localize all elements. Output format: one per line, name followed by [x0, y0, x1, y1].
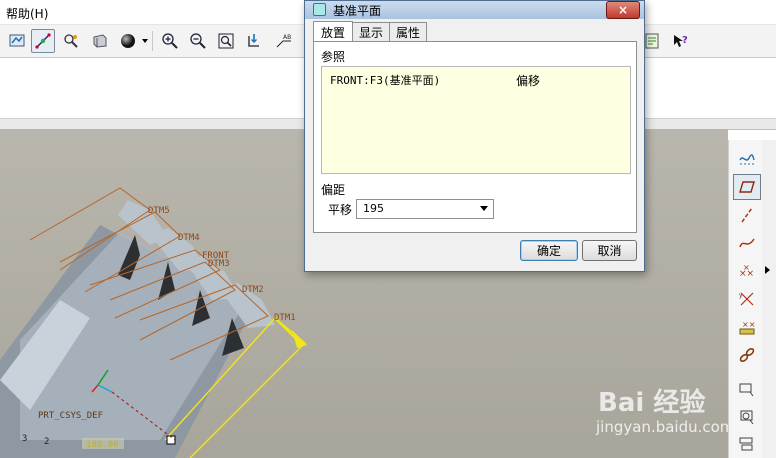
shading-icon[interactable] — [116, 29, 140, 53]
dialog-title: 基准平面 — [333, 4, 382, 18]
sketch-curve-icon[interactable] — [733, 146, 761, 172]
repaint-icon[interactable] — [5, 29, 29, 53]
analysis-icon[interactable]: ×× — [733, 314, 761, 340]
datum-display-icon[interactable]: AB — [272, 29, 296, 53]
small-label-3: 3 — [22, 434, 27, 444]
datum-point-icon[interactable]: ×× × — [733, 258, 761, 284]
datum-label-dtm2: DTM2 — [242, 285, 264, 295]
datum-label-dtm3: DTM3 — [208, 259, 230, 269]
extrude-icon[interactable] — [733, 376, 761, 402]
saved-views-icon[interactable] — [88, 29, 112, 53]
reorient-icon[interactable] — [242, 29, 266, 53]
tab-placement[interactable]: 放置 — [313, 21, 353, 42]
offset-label: 偏距 — [321, 183, 346, 197]
datum-curve-icon[interactable] — [733, 230, 761, 256]
right-strip — [762, 140, 776, 458]
close-button[interactable]: × — [606, 1, 640, 19]
coordinate-system-icon[interactable]: y — [733, 286, 761, 312]
placement-panel: 参照 FRONT:F3(基准平面) 偏移 偏距 平移 195 — [313, 41, 637, 233]
datum-axis-icon[interactable] — [733, 202, 761, 228]
whats-this-icon[interactable]: ? — [668, 29, 692, 53]
orient-icon[interactable] — [59, 29, 83, 53]
references-label: 参照 — [321, 50, 346, 64]
svg-text:?: ? — [682, 35, 688, 46]
reference-name[interactable]: FRONT:F3(基准平面) — [330, 72, 440, 88]
svg-text:×: × — [743, 263, 750, 272]
refit-icon[interactable] — [214, 29, 238, 53]
svg-text:y: y — [739, 292, 743, 299]
shading-dropdown-arrow[interactable] — [142, 39, 148, 43]
dialog-titlebar[interactable]: 基准平面 × — [305, 1, 644, 19]
translate-value-combo[interactable]: 195 — [356, 199, 494, 219]
datum-label-dtm1: DTM1 — [274, 313, 296, 323]
datum-plane-icon[interactable] — [733, 174, 761, 200]
chevron-down-icon[interactable] — [480, 206, 488, 211]
datum-plane-dialog-icon — [313, 3, 326, 16]
svg-text:××: ×× — [742, 320, 755, 329]
datum-label-dtm4: DTM4 — [178, 233, 200, 243]
expand-arrow-icon[interactable] — [765, 266, 770, 274]
watermark-url: jingyan.baidu.com — [596, 418, 728, 436]
zoom-out-icon[interactable] — [186, 29, 210, 53]
offset-direction-arrow[interactable] — [292, 330, 307, 348]
watermark-brand: Bai 经验 — [598, 388, 706, 418]
spin-center-icon[interactable] — [31, 29, 55, 53]
revolve-icon[interactable] — [733, 404, 761, 430]
small-label-2: 2 — [44, 437, 49, 447]
chain-icon[interactable] — [733, 342, 761, 368]
ok-button[interactable]: 确定 — [520, 240, 578, 261]
tab-properties[interactable]: 属性 — [389, 22, 427, 42]
zoom-in-icon[interactable] — [158, 29, 182, 53]
feature-toolbar: ×× × y ×× — [728, 140, 763, 458]
datum-plane-dialog: 基准平面 × 放置 显示 属性 参照 FRONT:F3(基准平面) 偏移 偏距 … — [304, 0, 645, 272]
datum-label-dtm5: DTM5 — [148, 206, 170, 216]
csys-label: PRT_CSYS_DEF — [38, 411, 103, 421]
translate-value[interactable]: 195 — [363, 202, 384, 215]
translate-label: 平移 — [328, 203, 353, 217]
reference-constraint[interactable]: 偏移 — [516, 72, 540, 89]
svg-text:AB: AB — [283, 34, 291, 41]
tab-display[interactable]: 显示 — [352, 22, 390, 42]
cancel-button[interactable]: 取消 — [582, 240, 637, 261]
menu-help[interactable]: 帮助(H) — [6, 5, 48, 22]
references-list[interactable]: FRONT:F3(基准平面) 偏移 — [321, 66, 631, 174]
dimension-value[interactable]: 180.00 — [86, 440, 119, 450]
sweep-icon[interactable] — [733, 432, 761, 458]
